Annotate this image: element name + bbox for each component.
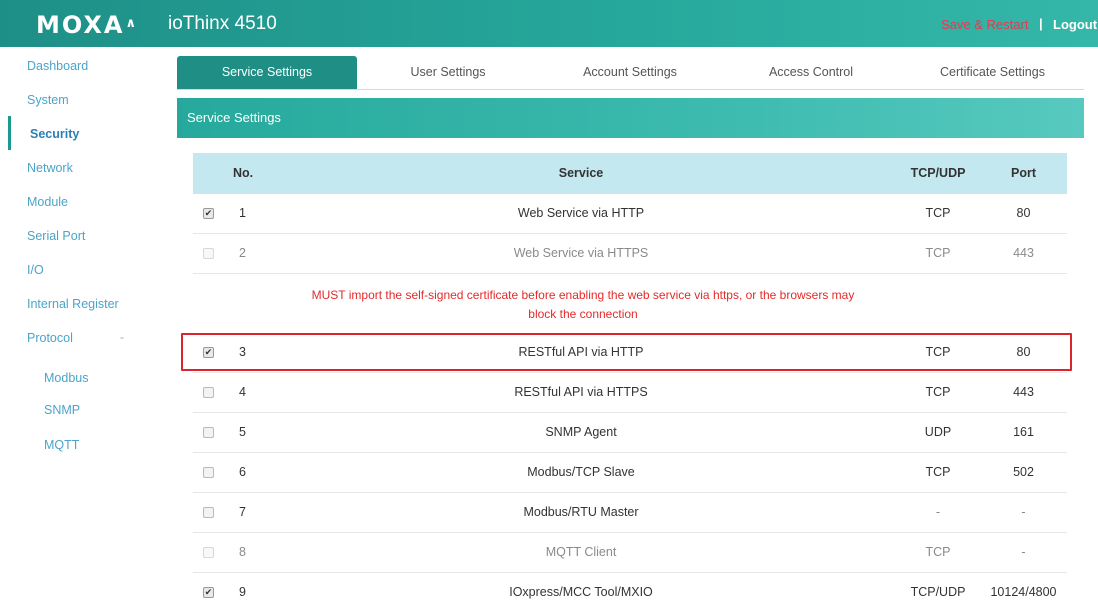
- row-number: 5: [239, 425, 246, 439]
- panel-title: Service Settings: [177, 98, 1084, 138]
- table-row: 8 MQTT Client TCP -: [193, 533, 1067, 573]
- service-port: -: [1021, 505, 1026, 519]
- table-header: No. Service TCP/UDP Port: [193, 153, 1067, 194]
- service-checkbox[interactable]: [203, 427, 214, 438]
- service-name: IOxpress/MCC Tool/MXIO: [509, 585, 653, 599]
- column-header-port: Port: [1011, 166, 1036, 180]
- service-protocol: TCP: [925, 345, 951, 359]
- moxa-logo: MOXA∧: [36, 11, 139, 39]
- row-number: 3: [239, 345, 246, 359]
- service-checkbox[interactable]: [203, 248, 214, 259]
- product-name: ioThinx 4510: [168, 13, 277, 34]
- service-name: RESTful API via HTTP: [518, 345, 644, 359]
- service-name: Modbus/RTU Master: [523, 505, 639, 519]
- sidebar-item-internal-register[interactable]: Internal Register: [27, 296, 119, 312]
- row-number: 8: [239, 545, 246, 559]
- service-port: 443: [1013, 385, 1034, 399]
- sidebar-item-system[interactable]: System: [27, 92, 69, 108]
- column-header-no: No.: [233, 166, 254, 180]
- service-name: Modbus/TCP Slave: [527, 465, 635, 479]
- protocol-collapse-toggle[interactable]: -: [120, 330, 124, 344]
- https-certificate-warning: MUST import the self-signed certificate …: [193, 286, 973, 324]
- sidebar-subitem-mqtt[interactable]: MQTT: [44, 437, 79, 453]
- row-number: 4: [239, 385, 246, 399]
- sidebar-item-protocol[interactable]: Protocol: [27, 330, 73, 346]
- sidebar-item-dashboard[interactable]: Dashboard: [27, 58, 88, 74]
- row-number: 9: [239, 585, 246, 599]
- service-protocol: -: [935, 505, 941, 519]
- service-protocol: TCP: [925, 465, 951, 479]
- sidebar-item-security[interactable]: Security: [30, 126, 79, 142]
- row-number: 1: [239, 206, 246, 220]
- service-name: Web Service via HTTPS: [513, 246, 649, 260]
- table-row: ✔ 3 RESTful API via HTTP TCP 80: [193, 333, 1067, 373]
- logout-link[interactable]: Logout: [1053, 17, 1097, 33]
- column-header-protocol: TCP/UDP: [910, 166, 966, 180]
- service-port: -: [1021, 545, 1026, 559]
- service-checkbox[interactable]: [203, 467, 214, 478]
- service-port: 502: [1013, 465, 1034, 479]
- top-header: MOXA∧ ioThinx 4510 Save & Restart | Logo…: [0, 0, 1098, 47]
- service-protocol: TCP: [925, 206, 951, 220]
- service-protocol: TCP: [925, 385, 951, 399]
- sidebar-item-io[interactable]: I/O: [27, 262, 44, 278]
- sidebar-item-network[interactable]: Network: [27, 160, 73, 176]
- service-protocol: TCP/UDP: [910, 585, 966, 599]
- table-row: 7 Modbus/RTU Master - -: [193, 493, 1067, 533]
- service-checkbox[interactable]: ✔: [203, 347, 214, 358]
- service-checkbox[interactable]: [203, 507, 214, 518]
- header-separator: |: [1039, 16, 1043, 31]
- service-port: 80: [1016, 345, 1031, 359]
- table-row: 5 SNMP Agent UDP 161: [193, 413, 1067, 453]
- logo-text: MOXA: [36, 11, 125, 39]
- save-restart-link[interactable]: Save & Restart: [941, 17, 1028, 33]
- service-protocol: TCP: [925, 545, 951, 559]
- sidebar-subitem-snmp[interactable]: SNMP: [44, 402, 80, 418]
- service-checkbox[interactable]: [203, 547, 214, 558]
- service-checkbox[interactable]: ✔: [203, 587, 214, 598]
- service-protocol: UDP: [924, 425, 952, 439]
- service-port: 80: [1016, 206, 1031, 220]
- table-row: ✔ 9 IOxpress/MCC Tool/MXIO TCP/UDP 10124…: [193, 573, 1067, 603]
- warning-line-2: block the connection: [528, 307, 638, 321]
- service-checkbox[interactable]: ✔: [203, 208, 214, 219]
- sidebar-item-module[interactable]: Module: [27, 194, 68, 210]
- service-name: Web Service via HTTP: [517, 206, 645, 220]
- table-row: 2 Web Service via HTTPS TCP 443: [193, 234, 1067, 274]
- tab-service-settings[interactable]: Service Settings: [177, 56, 357, 89]
- row-number: 7: [239, 505, 246, 519]
- sidebar-item-serial-port[interactable]: Serial Port: [27, 228, 85, 244]
- sidebar: Dashboard System Security Network Module…: [0, 47, 160, 603]
- service-name: MQTT Client: [545, 545, 617, 559]
- table-row: 6 Modbus/TCP Slave TCP 502: [193, 453, 1067, 493]
- tab-access-control[interactable]: Access Control: [721, 56, 901, 89]
- warning-line-1: MUST import the self-signed certificate …: [311, 288, 855, 302]
- table-row: 4 RESTful API via HTTPS TCP 443: [193, 373, 1067, 413]
- service-port: 443: [1013, 246, 1034, 260]
- service-port: 10124/4800: [990, 585, 1057, 599]
- row-number: 6: [239, 465, 246, 479]
- table-row: ✔ 1 Web Service via HTTP TCP 80: [193, 194, 1067, 234]
- row-number: 2: [239, 246, 246, 260]
- service-checkbox[interactable]: [203, 387, 214, 398]
- service-port: 161: [1013, 425, 1034, 439]
- settings-tabs: Service Settings User Settings Account S…: [177, 56, 1084, 90]
- service-name: RESTful API via HTTPS: [514, 385, 648, 399]
- service-protocol: TCP: [925, 246, 951, 260]
- tab-user-settings[interactable]: User Settings: [357, 56, 539, 89]
- sidebar-subitem-modbus[interactable]: Modbus: [44, 370, 88, 386]
- service-name: SNMP Agent: [545, 425, 617, 439]
- tab-certificate-settings[interactable]: Certificate Settings: [901, 56, 1084, 89]
- sidebar-active-indicator: [8, 116, 11, 150]
- column-header-service: Service: [558, 166, 604, 180]
- tab-account-settings[interactable]: Account Settings: [539, 56, 721, 89]
